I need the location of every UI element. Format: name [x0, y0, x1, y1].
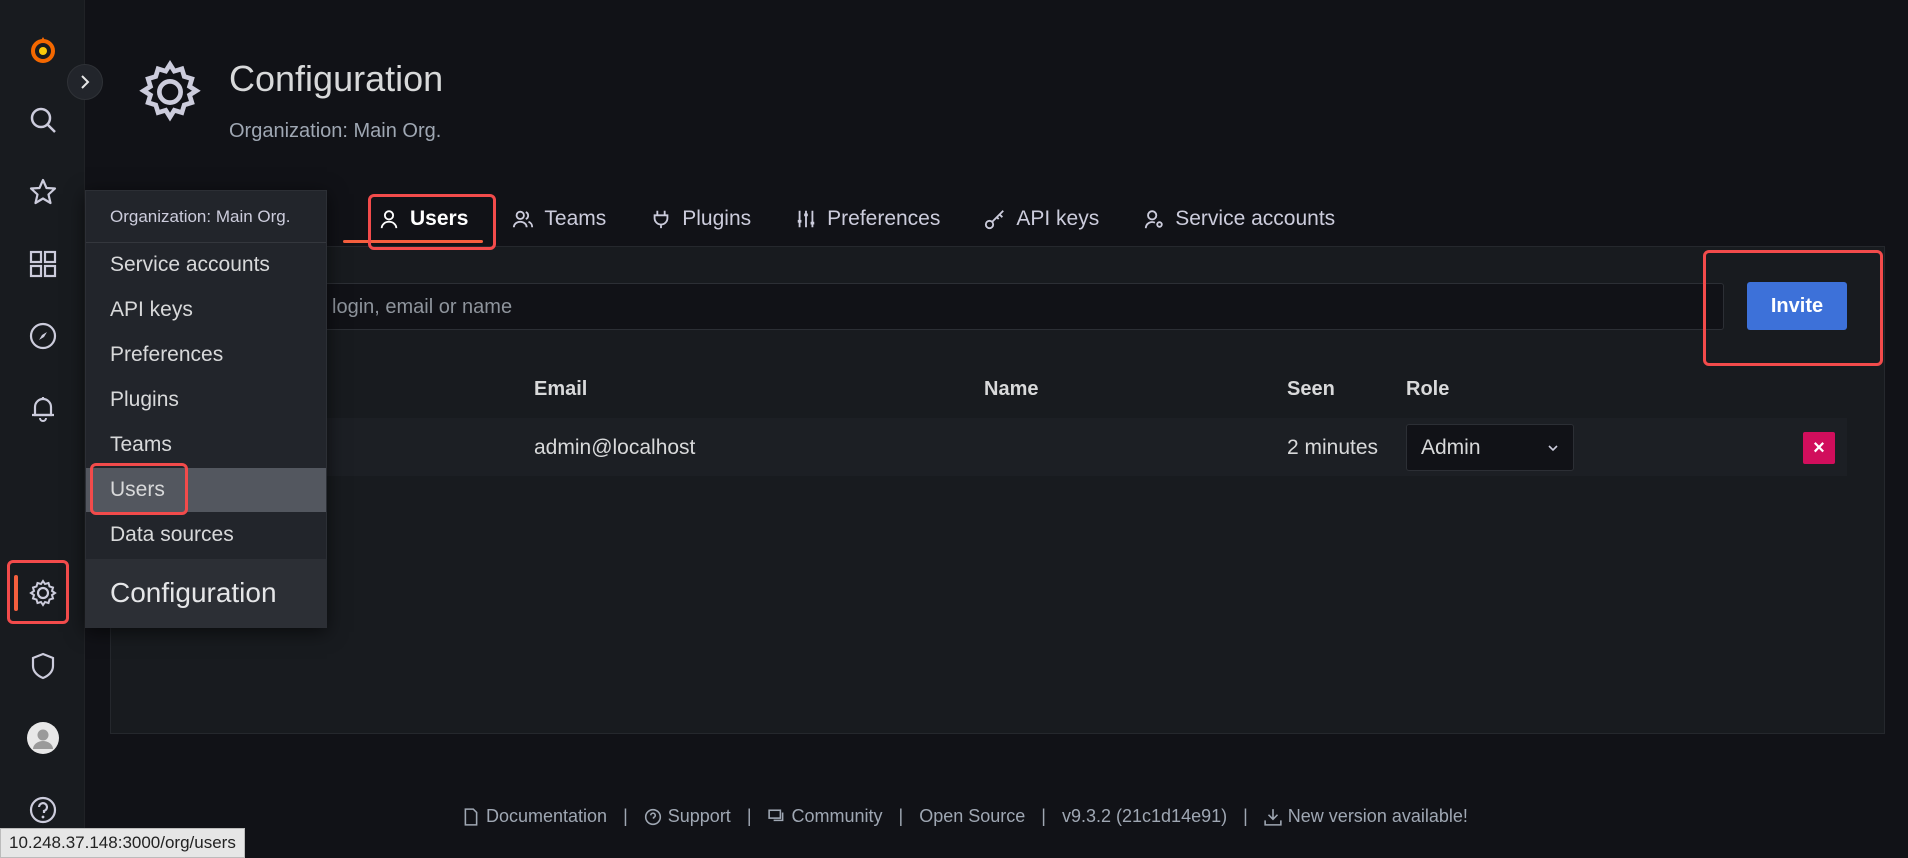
teams-icon [513, 210, 534, 228]
sliders-icon [797, 210, 815, 228]
menu-item-service-accounts[interactable]: Service accounts [86, 243, 326, 287]
dashboards-icon[interactable] [0, 234, 85, 294]
menu-item-plugins[interactable]: Plugins [86, 378, 326, 422]
tab-label: API keys [1016, 207, 1100, 230]
column-header-role: Role [1406, 378, 1450, 400]
footer-version: v9.3.2 (21c1d14e91) [1061, 806, 1228, 826]
alerting-bell-icon[interactable] [0, 378, 85, 438]
tab-service-accounts[interactable]: Service accounts [1135, 200, 1343, 238]
tab-label: Users [410, 207, 469, 230]
menu-item-api-keys[interactable]: API keys [86, 288, 326, 332]
footer-separator: | [746, 806, 752, 826]
download-icon [1264, 808, 1282, 826]
menu-item-data-sources[interactable]: Data sources [86, 513, 326, 557]
user-seen: 2 minutes [1287, 436, 1379, 459]
footer-new-version-link[interactable]: New version available! [1264, 806, 1468, 827]
footer-label: New version available! [1287, 806, 1468, 826]
search-input[interactable] [310, 283, 1724, 330]
tab-api-keys[interactable]: API keys [976, 200, 1107, 238]
tab-label: Plugins [682, 207, 752, 230]
tab-label: Service accounts [1175, 207, 1336, 230]
footer-community-link[interactable]: Community [767, 806, 883, 827]
chevron-down-icon [1548, 444, 1558, 451]
tab-preferences[interactable]: Preferences [787, 200, 948, 238]
tab-label: Teams [544, 207, 607, 230]
delete-user-button[interactable]: × [1803, 432, 1835, 464]
chevron-right-icon [81, 75, 90, 89]
user-avatar-icon[interactable] [0, 708, 85, 768]
key-icon [985, 210, 1005, 230]
menu-item-users[interactable]: Users [86, 468, 326, 512]
question-circle-icon [644, 808, 661, 825]
footer-documentation-link[interactable]: Documentation [462, 806, 607, 827]
user-email: admin@localhost [534, 436, 696, 459]
expand-sidebar-button[interactable] [67, 64, 103, 100]
footer-label: Community [791, 806, 883, 826]
column-header-seen: Seen [1287, 378, 1335, 400]
page-subtitle: Organization: Main Org. [229, 120, 442, 142]
role-select[interactable]: Admin [1406, 424, 1574, 471]
menu-item-teams[interactable]: Teams [86, 423, 326, 467]
menu-header: Organization: Main Org. [86, 191, 326, 243]
menu-item-preferences[interactable]: Preferences [86, 333, 326, 377]
role-value: Admin [1421, 435, 1481, 459]
tab-users[interactable]: Users [370, 200, 476, 238]
tab-teams[interactable]: Teams [504, 200, 614, 238]
search-placeholder: login, email or name [332, 296, 513, 318]
starred-icon[interactable] [0, 162, 85, 222]
document-icon [464, 807, 478, 826]
footer-separator: | [898, 806, 904, 826]
user-icon [380, 210, 398, 229]
config-tabs: Users Teams Plugins Preferences API keys… [340, 200, 1371, 246]
comments-icon [767, 808, 783, 821]
explore-compass-icon[interactable] [0, 306, 85, 366]
footer-label: Documentation [486, 806, 608, 826]
footer-separator: | [1243, 806, 1248, 826]
configuration-header-gear-icon [136, 58, 204, 126]
configuration-gear-icon[interactable] [0, 563, 85, 623]
footer-label: Support [667, 806, 731, 826]
column-header-email: Email [534, 378, 588, 400]
service-account-icon [1145, 210, 1163, 229]
active-tab-underline [343, 240, 483, 243]
footer-separator: | [1041, 806, 1046, 826]
sidebar [0, 0, 85, 858]
footer-support-link[interactable]: Support [644, 806, 731, 827]
page-footer: Documentation | Support | Community | Op… [462, 806, 1468, 827]
tab-plugins[interactable]: Plugins [642, 200, 759, 238]
server-admin-shield-icon[interactable] [0, 636, 85, 696]
footer-separator: | [623, 806, 628, 826]
invite-button[interactable]: Invite [1747, 282, 1847, 330]
column-header-name: Name [984, 378, 1039, 400]
plug-icon [653, 210, 669, 229]
configuration-menu: Organization: Main Org. Service accounts… [85, 190, 327, 628]
footer-open-source-link[interactable]: Open Source [919, 806, 1025, 827]
search-icon[interactable] [0, 90, 85, 150]
page-title: Configuration [229, 58, 444, 99]
browser-status-url: 10.248.37.148:3000/org/users [0, 828, 245, 858]
tab-label: Preferences [827, 207, 941, 230]
menu-footer-configuration[interactable]: Configuration [86, 559, 326, 627]
